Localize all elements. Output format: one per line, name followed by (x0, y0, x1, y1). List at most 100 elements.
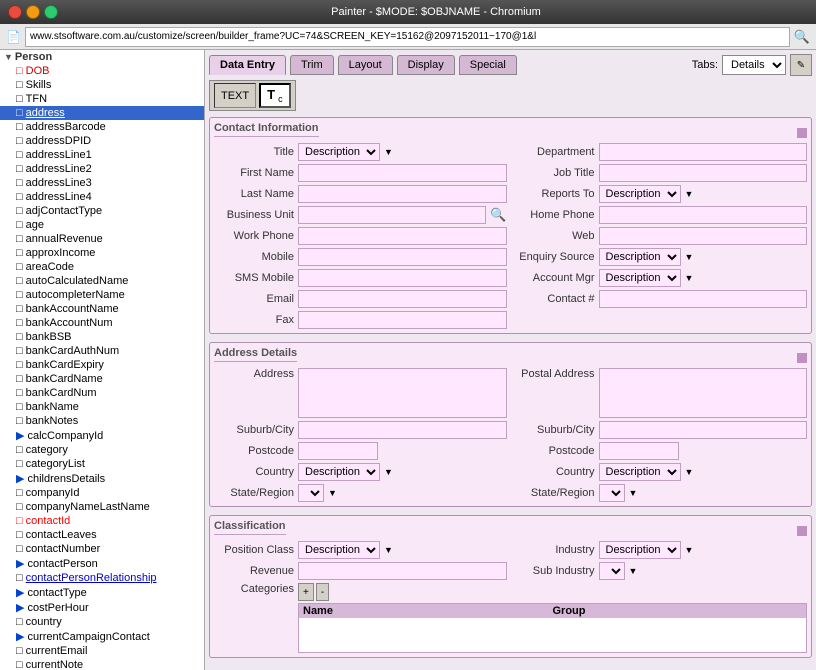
contacthash-input[interactable] (599, 290, 808, 308)
countrypostal-row: Country Description ▼ (515, 463, 808, 481)
sidebar-item-category[interactable]: □ category (0, 443, 204, 457)
sidebar-item-autocompletername[interactable]: □ autocompleterName (0, 288, 204, 302)
stateregionpostal-input[interactable] (599, 484, 625, 502)
sidebar-item-areacode[interactable]: □ areaCode (0, 260, 204, 274)
mobile-input[interactable] (298, 248, 507, 266)
title-input[interactable]: Description (298, 143, 380, 161)
address-input[interactable] (25, 27, 790, 47)
sidebar-item-contactleaves[interactable]: □ contactLeaves (0, 528, 204, 542)
suburbcity-label: Suburb/City (214, 424, 294, 436)
sidebar-item-childrensdetails[interactable]: ▶ childrensDetails (0, 471, 204, 486)
sidebar-item-dob[interactable]: □ DOB (0, 64, 204, 78)
web-input[interactable] (599, 227, 808, 245)
subindustry-input[interactable] (599, 562, 625, 580)
industry-input[interactable]: Description (599, 541, 681, 559)
sidebar-item-bankname[interactable]: □ bankName (0, 400, 204, 414)
sidebar-root-person[interactable]: ▼ Person (0, 50, 204, 64)
sidebar-item-bankbsb[interactable]: □ bankBSB (0, 330, 204, 344)
sidebar-item-contactid[interactable]: □ contactId (0, 514, 204, 528)
sidebar-item-bankcardname[interactable]: □ bankCardName (0, 372, 204, 386)
leaf-icon: □ (16, 659, 23, 670)
sidebar-item-tfn[interactable]: □ TFN (0, 92, 204, 106)
tab-layout[interactable]: Layout (338, 55, 393, 75)
search-magnifier-icon[interactable]: 🔍 (794, 29, 810, 45)
minimize-button[interactable] (26, 5, 40, 19)
workphone-input[interactable] (298, 227, 507, 245)
reportsto-input[interactable]: Description (599, 185, 681, 203)
sidebar-item-age[interactable]: □ age (0, 218, 204, 232)
sidebar-item-companynamelastname[interactable]: □ companyNameLastName (0, 500, 204, 514)
sidebar-item-addressbarcode[interactable]: □ addressBarcode (0, 120, 204, 134)
enquirysource-input[interactable]: Description (599, 248, 681, 266)
sidebar-item-label: addressBarcode (26, 121, 106, 133)
firstname-input[interactable] (298, 164, 507, 182)
window-controls[interactable] (8, 5, 58, 19)
sidebar-item-approxincome[interactable]: □ approxIncome (0, 246, 204, 260)
businessunit-search-icon[interactable]: 🔍 (490, 207, 506, 223)
maximize-button[interactable] (44, 5, 58, 19)
smsmobile-input[interactable] (298, 269, 507, 287)
sidebar-item-categorylist[interactable]: □ categoryList (0, 457, 204, 471)
sidebar-item-costperhour[interactable]: ▶ costPerHour (0, 600, 204, 615)
sidebar-item-currentnote[interactable]: □ currentNote (0, 658, 204, 670)
suburbcity-input[interactable] (298, 421, 507, 439)
sidebar-item-bankcardnum[interactable]: □ bankCardNum (0, 386, 204, 400)
sidebar-item-addressdpid[interactable]: □ addressDPID (0, 134, 204, 148)
sidebar-item-addressline2[interactable]: □ addressLine2 (0, 162, 204, 176)
sidebar-item-bankcardauthnum[interactable]: □ bankCardAuthNum (0, 344, 204, 358)
sidebar-item-currentemail[interactable]: □ currentEmail (0, 644, 204, 658)
categories-area[interactable]: Name Group (298, 603, 807, 653)
tab-special[interactable]: Special (459, 55, 517, 75)
sidebar-item-contactperson[interactable]: ▶ contactPerson (0, 556, 204, 571)
text-mode-button[interactable]: TEXT (214, 83, 256, 108)
tabs-edit-button[interactable]: ✎ (790, 54, 812, 76)
sidebar-item-calccompanyid[interactable]: ▶ calcCompanyId (0, 428, 204, 443)
sidebar-item-bankcardexpiry[interactable]: □ bankCardExpiry (0, 358, 204, 372)
icon-mode-button[interactable]: T c (259, 83, 291, 108)
fax-input[interactable] (298, 311, 507, 329)
sidebar-item-bankaccountnum[interactable]: □ bankAccountNum (0, 316, 204, 330)
country-input[interactable]: Description (298, 463, 380, 481)
stateregion-input[interactable] (298, 484, 324, 502)
sidebar-item-contactnumber[interactable]: □ contactNumber (0, 542, 204, 556)
tabs-dropdown[interactable]: Details (722, 55, 786, 75)
email-input[interactable] (298, 290, 507, 308)
countrypostal-input[interactable]: Description (599, 463, 681, 481)
sidebar-item-contacttype[interactable]: ▶ contactType (0, 585, 204, 600)
tab-trim[interactable]: Trim (290, 55, 334, 75)
sidebar-item-addressline3[interactable]: □ addressLine3 (0, 176, 204, 190)
close-button[interactable] (8, 5, 22, 19)
jobtitle-label: Job Title (515, 167, 595, 179)
sidebar-item-address[interactable]: □ address (0, 106, 204, 120)
subindustry-row: Sub Industry ▼ (515, 562, 808, 580)
jobtitle-input[interactable] (599, 164, 808, 182)
tab-display[interactable]: Display (397, 55, 455, 75)
categories-add-button[interactable]: + (298, 583, 314, 601)
postaladdress-input[interactable] (599, 368, 808, 418)
positionclass-input[interactable]: Description (298, 541, 380, 559)
sidebar-item-autocalculatedname[interactable]: □ autoCalculatedName (0, 274, 204, 288)
sidebar-item-annualrevenue[interactable]: □ annualRevenue (0, 232, 204, 246)
accountmgr-input[interactable]: Description (599, 269, 681, 287)
sidebar-item-addressline4[interactable]: □ addressLine4 (0, 190, 204, 204)
suburbcitypostal-input[interactable] (599, 421, 808, 439)
department-input[interactable] (599, 143, 808, 161)
postcode-input[interactable] (298, 442, 378, 460)
revenue-input[interactable] (298, 562, 507, 580)
sidebar-item-bankaccountname[interactable]: □ bankAccountName (0, 302, 204, 316)
businessunit-input[interactable] (298, 206, 486, 224)
sidebar-item-companyid[interactable]: □ companyId (0, 486, 204, 500)
sidebar-item-contactpersonrelationship[interactable]: □ contactPersonRelationship (0, 571, 204, 585)
sidebar-item-currentcampaigncontact[interactable]: ▶ currentCampaignContact (0, 629, 204, 644)
address-input[interactable] (298, 368, 507, 418)
sidebar-item-addressline1[interactable]: □ addressLine1 (0, 148, 204, 162)
sidebar-item-skills[interactable]: □ Skills (0, 78, 204, 92)
tab-data-entry[interactable]: Data Entry (209, 55, 286, 75)
homephone-input[interactable] (599, 206, 808, 224)
categories-remove-button[interactable]: - (316, 583, 329, 601)
lastname-input[interactable] (298, 185, 507, 203)
postcodepostal-input[interactable] (599, 442, 679, 460)
sidebar-item-country[interactable]: □ country (0, 615, 204, 629)
sidebar-item-banknotes[interactable]: □ bankNotes (0, 414, 204, 428)
sidebar-item-adjcontacttype[interactable]: □ adjContactType (0, 204, 204, 218)
